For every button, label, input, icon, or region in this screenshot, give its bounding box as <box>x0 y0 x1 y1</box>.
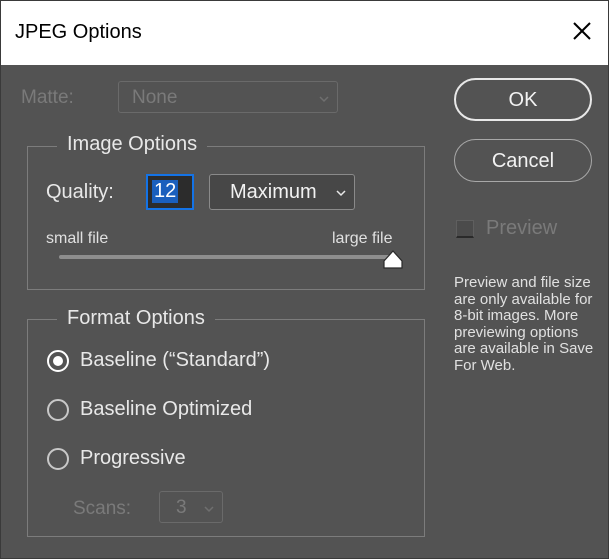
image-options-group <box>27 146 425 290</box>
matte-select[interactable]: None <box>118 81 338 113</box>
cancel-button[interactable]: Cancel <box>454 139 592 182</box>
dialog-title: JPEG Options <box>15 21 142 43</box>
preview-checkbox[interactable] <box>456 220 474 238</box>
radio-label-baseline-standard: Baseline (“Standard”) <box>80 349 271 371</box>
preview-label: Preview <box>486 217 558 239</box>
chevron-down-icon <box>336 190 346 197</box>
large-file-label: large file <box>332 230 393 247</box>
quality-preset-select[interactable]: Maximum <box>209 174 355 210</box>
matte-select-value: None <box>132 87 178 108</box>
quality-input[interactable]: 12 <box>146 174 194 210</box>
radio-label-progressive: Progressive <box>80 447 186 469</box>
image-options-title: Image Options <box>57 133 208 156</box>
format-options-title: Format Options <box>57 307 215 330</box>
scans-value: 3 <box>176 497 187 518</box>
radio-baseline-standard[interactable] <box>47 350 69 372</box>
quality-slider-track[interactable] <box>59 255 393 259</box>
radio-progressive[interactable] <box>47 448 69 470</box>
ok-button[interactable]: OK <box>454 78 592 121</box>
chevron-down-icon <box>204 506 214 513</box>
title-bar: JPEG Options <box>1 1 608 65</box>
quality-label: Quality: <box>46 181 114 203</box>
scans-select[interactable]: 3 <box>159 491 223 523</box>
matte-label: Matte: <box>21 87 74 108</box>
jpeg-options-dialog: JPEG Options Matte: None Image Options Q… <box>0 0 609 559</box>
quality-value: 12 <box>152 180 179 203</box>
chevron-down-icon <box>319 96 329 103</box>
close-icon[interactable] <box>568 17 596 45</box>
radio-label-baseline-optimized: Baseline Optimized <box>80 398 253 420</box>
small-file-label: small file <box>46 230 109 247</box>
radio-baseline-optimized[interactable] <box>47 399 69 421</box>
slider-thumb-icon[interactable] <box>382 250 404 270</box>
quality-preset-value: Maximum <box>230 181 317 203</box>
preview-info-text: Preview and file size are only available… <box>454 274 594 374</box>
scans-label: Scans: <box>73 498 132 519</box>
